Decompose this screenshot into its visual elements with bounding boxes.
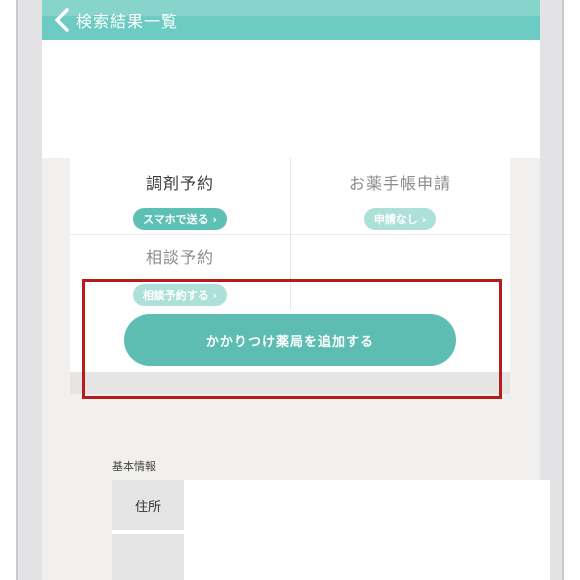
highlight-annotation xyxy=(82,279,502,399)
basic-info-table: 住所 xyxy=(112,480,550,580)
info-key-cell xyxy=(112,534,184,580)
navigation-bar: 検索結果一覧 xyxy=(42,0,540,40)
header-space xyxy=(42,40,540,158)
chevron-left-icon xyxy=(52,6,74,34)
service-medication-notebook: お薬手帳申請 申請なし › xyxy=(290,170,510,230)
no-application-button[interactable]: 申請なし › xyxy=(363,208,437,230)
send-by-smartphone-button[interactable]: スマホで送る › xyxy=(132,208,228,230)
basic-info-heading: 基本情報 xyxy=(112,460,156,473)
service-title: 調剤予約 xyxy=(145,174,214,193)
service-title: お薬手帳申請 xyxy=(348,174,451,193)
address-label: 住所 xyxy=(112,480,184,530)
back-button[interactable]: 検索結果一覧 xyxy=(42,0,178,40)
service-dispensing-reservation: 調剤予約 スマホで送る › xyxy=(70,170,290,230)
nav-title: 検索結果一覧 xyxy=(76,12,179,31)
service-title: 相談予約 xyxy=(145,248,214,267)
